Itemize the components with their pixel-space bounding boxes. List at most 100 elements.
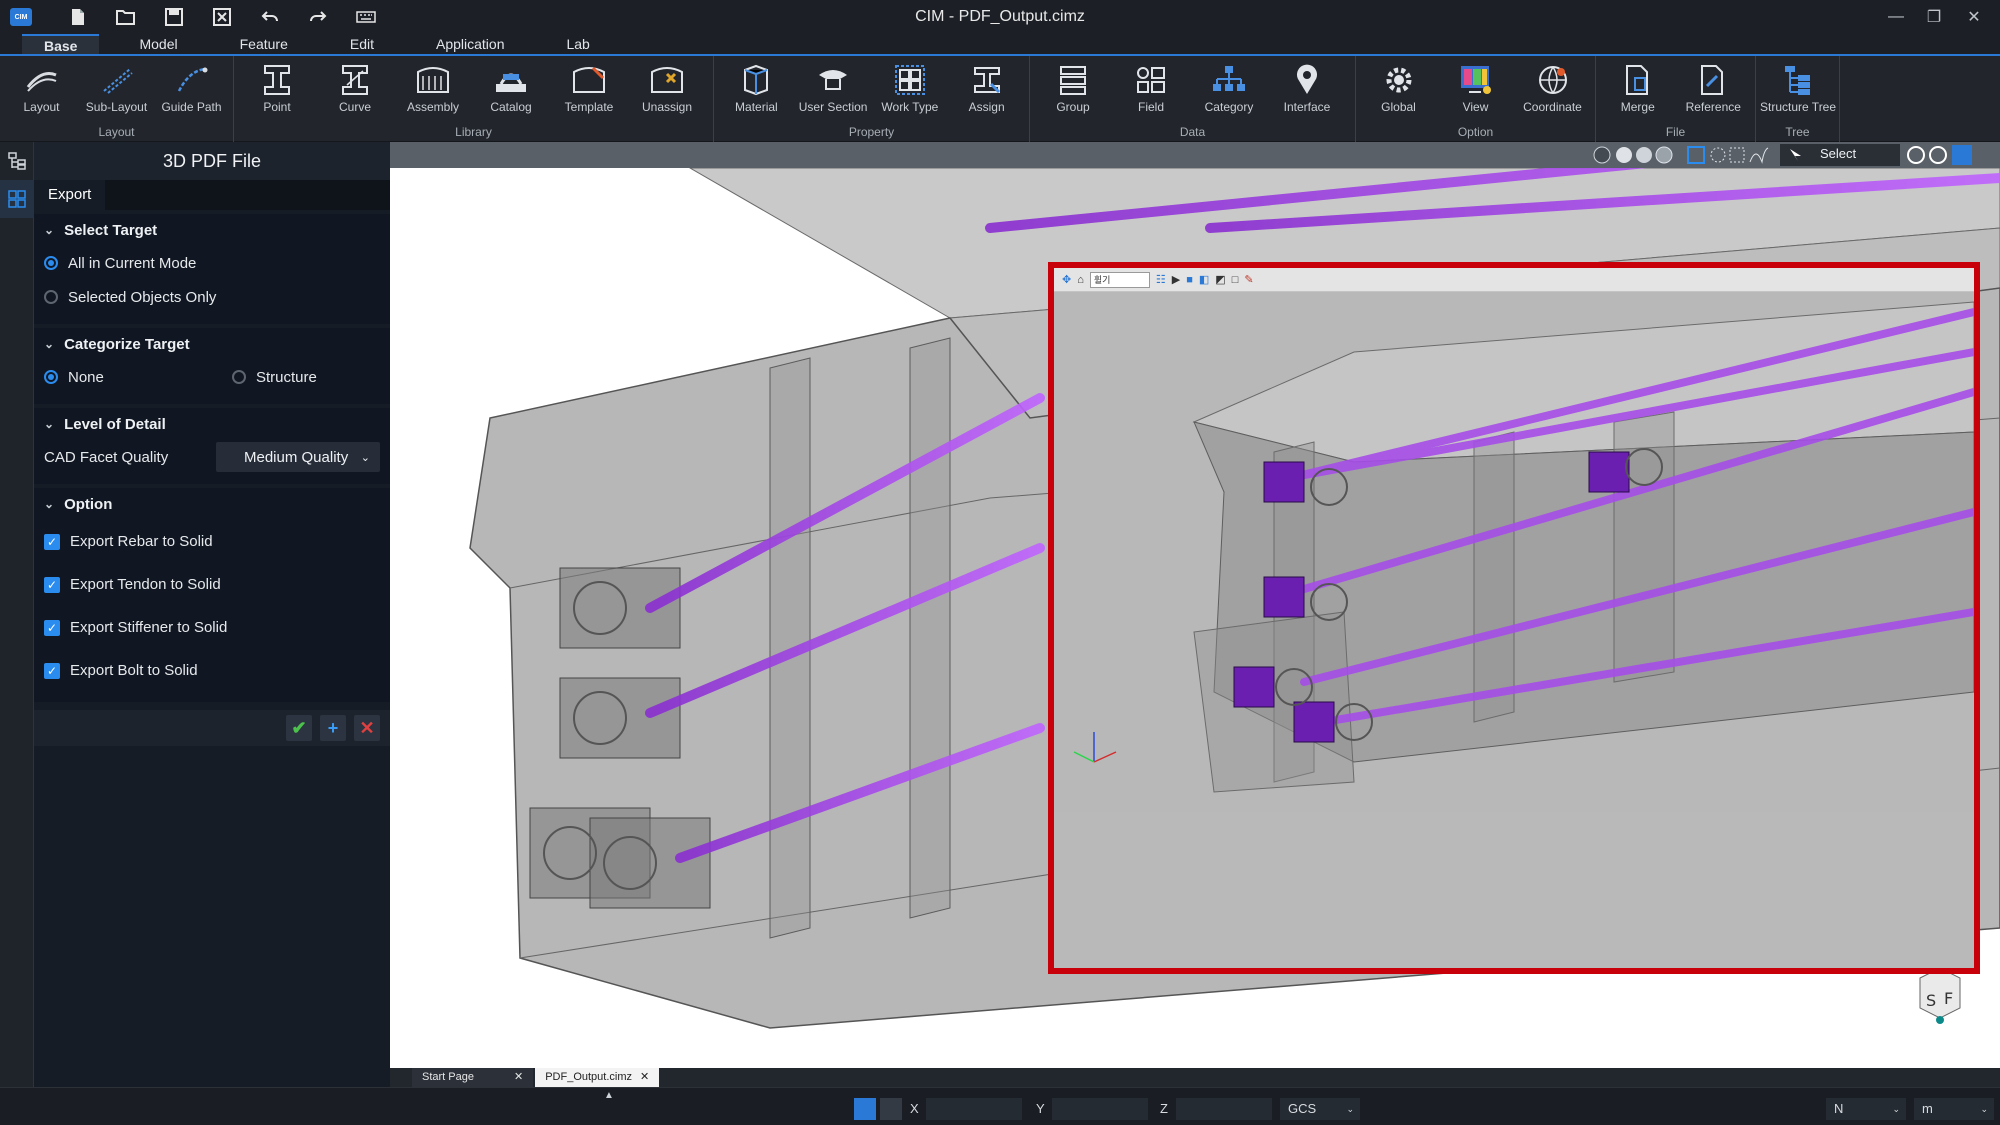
section-title: Option <box>64 495 113 513</box>
section-title: Select Target <box>64 221 158 239</box>
tab-application[interactable]: Application <box>414 34 527 54</box>
coordinate-button[interactable]: Coordinate <box>1514 56 1591 122</box>
doc-tab-label: Start Page <box>422 1071 474 1083</box>
x-coordinate-field[interactable] <box>926 1098 1022 1120</box>
tab-feature[interactable]: Feature <box>218 34 310 54</box>
export-rebar-checkbox-row[interactable]: ✓ Export Rebar to Solid <box>34 520 390 563</box>
redo-icon[interactable] <box>294 0 342 34</box>
doc-tab-start-page[interactable]: Start Page ✕ <box>412 1068 534 1087</box>
option-header[interactable]: ⌄ Option <box>34 488 390 520</box>
export-stiffener-checkbox-row[interactable]: ✓ Export Stiffener to Solid <box>34 606 390 649</box>
interface-button[interactable]: Interface <box>1268 56 1346 122</box>
categorize-target-header[interactable]: ⌄ Categorize Target <box>34 328 390 360</box>
property-panel-icon[interactable] <box>0 180 34 218</box>
ribbon-group-layout: Layout Sub-Layout Guide Path Layout <box>0 56 234 142</box>
export-bolt-checkbox-row[interactable]: ✓ Export Bolt to Solid <box>34 649 390 692</box>
guide-path-button[interactable]: Guide Path <box>154 56 229 122</box>
select-mode-label[interactable]: Select <box>1820 146 1856 161</box>
doc-tab-pdf-output[interactable]: PDF_Output.cimz ✕ <box>535 1068 660 1087</box>
categorize-target-section: ⌄ Categorize Target None Structure <box>34 328 390 404</box>
tab-edit[interactable]: Edit <box>328 34 396 54</box>
work-type-button[interactable]: Work Type <box>872 56 949 122</box>
checkbox-checked[interactable]: ✓ <box>44 576 60 593</box>
ok-button[interactable]: ✔ <box>286 715 312 741</box>
snap-tool-icon[interactable] <box>854 1098 876 1120</box>
export-tendon-checkbox-row[interactable]: ✓ Export Tendon to Solid <box>34 563 390 606</box>
rotate-tool-icon[interactable]: ✥ <box>1062 273 1071 286</box>
template-button[interactable]: Template <box>550 56 628 122</box>
field-button[interactable]: Field <box>1112 56 1190 122</box>
model-tree-icon[interactable]: ☷ <box>1156 273 1166 286</box>
measurement-icon[interactable]: ✎ <box>1244 273 1253 286</box>
checkbox-checked[interactable]: ✓ <box>44 533 60 550</box>
radio-button[interactable] <box>44 290 58 304</box>
save-icon[interactable] <box>150 0 198 34</box>
render-mode-icon[interactable]: ■ <box>1186 274 1193 286</box>
sub-layout-button[interactable]: Sub-Layout <box>79 56 154 122</box>
guide-path-icon <box>177 67 207 92</box>
restore-button[interactable]: ❐ <box>1914 0 1954 34</box>
tree-view-icon[interactable] <box>0 142 34 180</box>
assign-button[interactable]: Assign <box>948 56 1025 122</box>
select-target-header[interactable]: ⌄ Select Target <box>34 214 390 246</box>
y-coordinate-field[interactable] <box>1052 1098 1148 1120</box>
level-of-detail-header[interactable]: ⌄ Level of Detail <box>34 408 390 440</box>
lighting-icon[interactable]: ◧ <box>1199 273 1209 286</box>
tab-model[interactable]: Model <box>117 34 199 54</box>
side-toolbar <box>0 142 34 1087</box>
cross-section-icon[interactable]: □ <box>1232 274 1239 286</box>
material-button[interactable]: Material <box>718 56 795 122</box>
radio-structure[interactable] <box>232 370 246 384</box>
tab-lab[interactable]: Lab <box>544 34 611 54</box>
category-button[interactable]: Category <box>1190 56 1268 122</box>
user-section-button[interactable]: User Section <box>795 56 872 122</box>
checkbox-checked[interactable]: ✓ <box>44 662 60 679</box>
ribbon-group-library: Point Curve Assembly Catalog Template Un… <box>234 56 714 142</box>
close-icon[interactable]: ✕ <box>640 1068 649 1087</box>
play-animation-icon[interactable]: ▶ <box>1172 273 1180 286</box>
unassign-button[interactable]: Unassign <box>628 56 706 122</box>
angle-tool-icon[interactable] <box>880 1098 902 1120</box>
close-button[interactable]: ✕ <box>1954 0 1994 34</box>
global-button[interactable]: Global <box>1360 56 1437 122</box>
open-folder-icon[interactable] <box>102 0 150 34</box>
close-file-icon[interactable] <box>198 0 246 34</box>
svg-text:S: S <box>1926 991 1936 1010</box>
keyboard-icon[interactable] <box>342 0 390 34</box>
undo-icon[interactable] <box>246 0 294 34</box>
radio-selected-objects-only[interactable]: Selected Objects Only <box>34 280 390 314</box>
force-unit-select[interactable]: N ⌄ <box>1826 1098 1906 1120</box>
catalog-button[interactable]: Catalog <box>472 56 550 122</box>
cancel-button[interactable]: ✕ <box>354 715 380 741</box>
curve-button[interactable]: Curve <box>316 56 394 122</box>
cad-facet-quality-dropdown[interactable]: Medium Quality ⌄ <box>216 442 380 472</box>
radio-button-selected[interactable] <box>44 256 58 270</box>
layout-button[interactable]: Layout <box>4 56 79 122</box>
assembly-button[interactable]: Assembly <box>394 56 472 122</box>
point-button[interactable]: Point <box>238 56 316 122</box>
coordinate-system-select[interactable]: GCS ⌄ <box>1280 1098 1360 1120</box>
collapse-arrow-icon[interactable]: ▲ <box>604 1090 614 1101</box>
user-section-icon <box>819 70 848 90</box>
merge-button[interactable]: Merge <box>1600 56 1676 122</box>
close-icon[interactable]: ✕ <box>514 1068 523 1087</box>
category-icon <box>1213 66 1245 91</box>
checkbox-checked[interactable]: ✓ <box>44 619 60 636</box>
z-coordinate-field[interactable] <box>1176 1098 1272 1120</box>
new-file-icon[interactable] <box>54 0 102 34</box>
home-view-icon[interactable]: ⌂ <box>1077 274 1084 286</box>
3d-viewport[interactable]: S F ✥ ⌂ 휠기 ☷ ▶ ■ ◧ ◩ □ ✎ <box>390 168 2000 1068</box>
view-button[interactable]: View <box>1437 56 1514 122</box>
minimize-button[interactable]: — <box>1876 0 1916 34</box>
reference-button[interactable]: Reference <box>1676 56 1752 122</box>
tab-base[interactable]: Base <box>22 34 100 54</box>
tab-export[interactable]: Export <box>34 180 106 210</box>
structure-tree-button[interactable]: Structure Tree <box>1760 56 1836 122</box>
group-button[interactable]: Group <box>1034 56 1112 122</box>
length-unit-select[interactable]: m ⌄ <box>1914 1098 1994 1120</box>
background-color-icon[interactable]: ◩ <box>1215 273 1225 286</box>
radio-all-in-current-mode[interactable]: All in Current Mode <box>34 246 390 280</box>
add-button[interactable]: + <box>320 715 346 741</box>
radio-none[interactable] <box>44 370 58 384</box>
zoom-select[interactable]: 휠기 <box>1089 271 1150 288</box>
